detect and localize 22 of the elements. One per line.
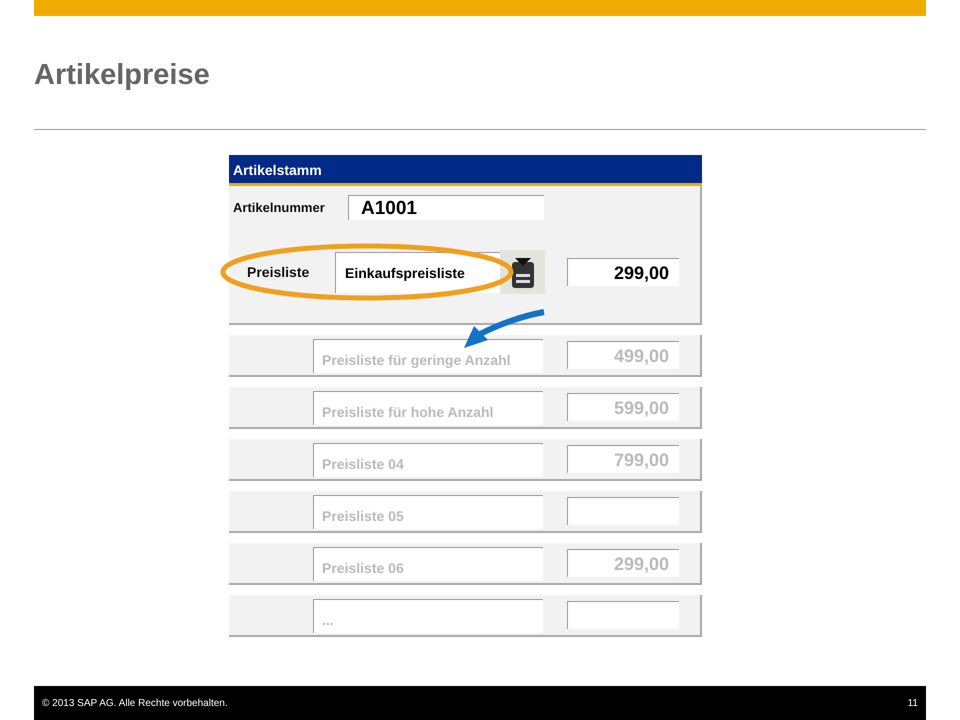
price-field[interactable]: 599,00	[567, 393, 679, 421]
clipboard-icon[interactable]	[500, 250, 545, 294]
price-field[interactable]: 299,00	[567, 258, 679, 286]
price-field[interactable]	[567, 601, 679, 629]
slide-title: Artikelpreise	[34, 58, 211, 92]
article-number-field[interactable]: A1001	[348, 195, 544, 220]
price-list-field[interactable]: Einkaufspreisliste	[335, 252, 500, 292]
page-number: 11	[908, 698, 918, 708]
article-number-label: Artikelnummer	[233, 200, 326, 215]
form-header: Artikelstamm	[229, 155, 702, 186]
price-list-field[interactable]: Preisliste 04	[313, 443, 543, 477]
price-field[interactable]: 799,00	[567, 445, 679, 473]
price-field[interactable]	[567, 497, 679, 525]
price-list-field[interactable]: Preisliste 06	[313, 547, 543, 581]
price-list-field[interactable]: Preisliste für geringe Anzahl	[313, 339, 543, 373]
price-list-field[interactable]: Preisliste 05	[313, 495, 543, 529]
price-list-label: Preisliste	[247, 264, 310, 280]
price-list-field[interactable]: ...	[313, 599, 543, 633]
price-field[interactable]: 299,00	[567, 549, 679, 577]
price-field[interactable]: 499,00	[567, 341, 679, 369]
copyright-text: © 2013 SAP AG. Alle Rechte vorbehalten.	[42, 698, 228, 708]
price-list-field[interactable]: Preisliste für hohe Anzahl	[313, 391, 543, 425]
